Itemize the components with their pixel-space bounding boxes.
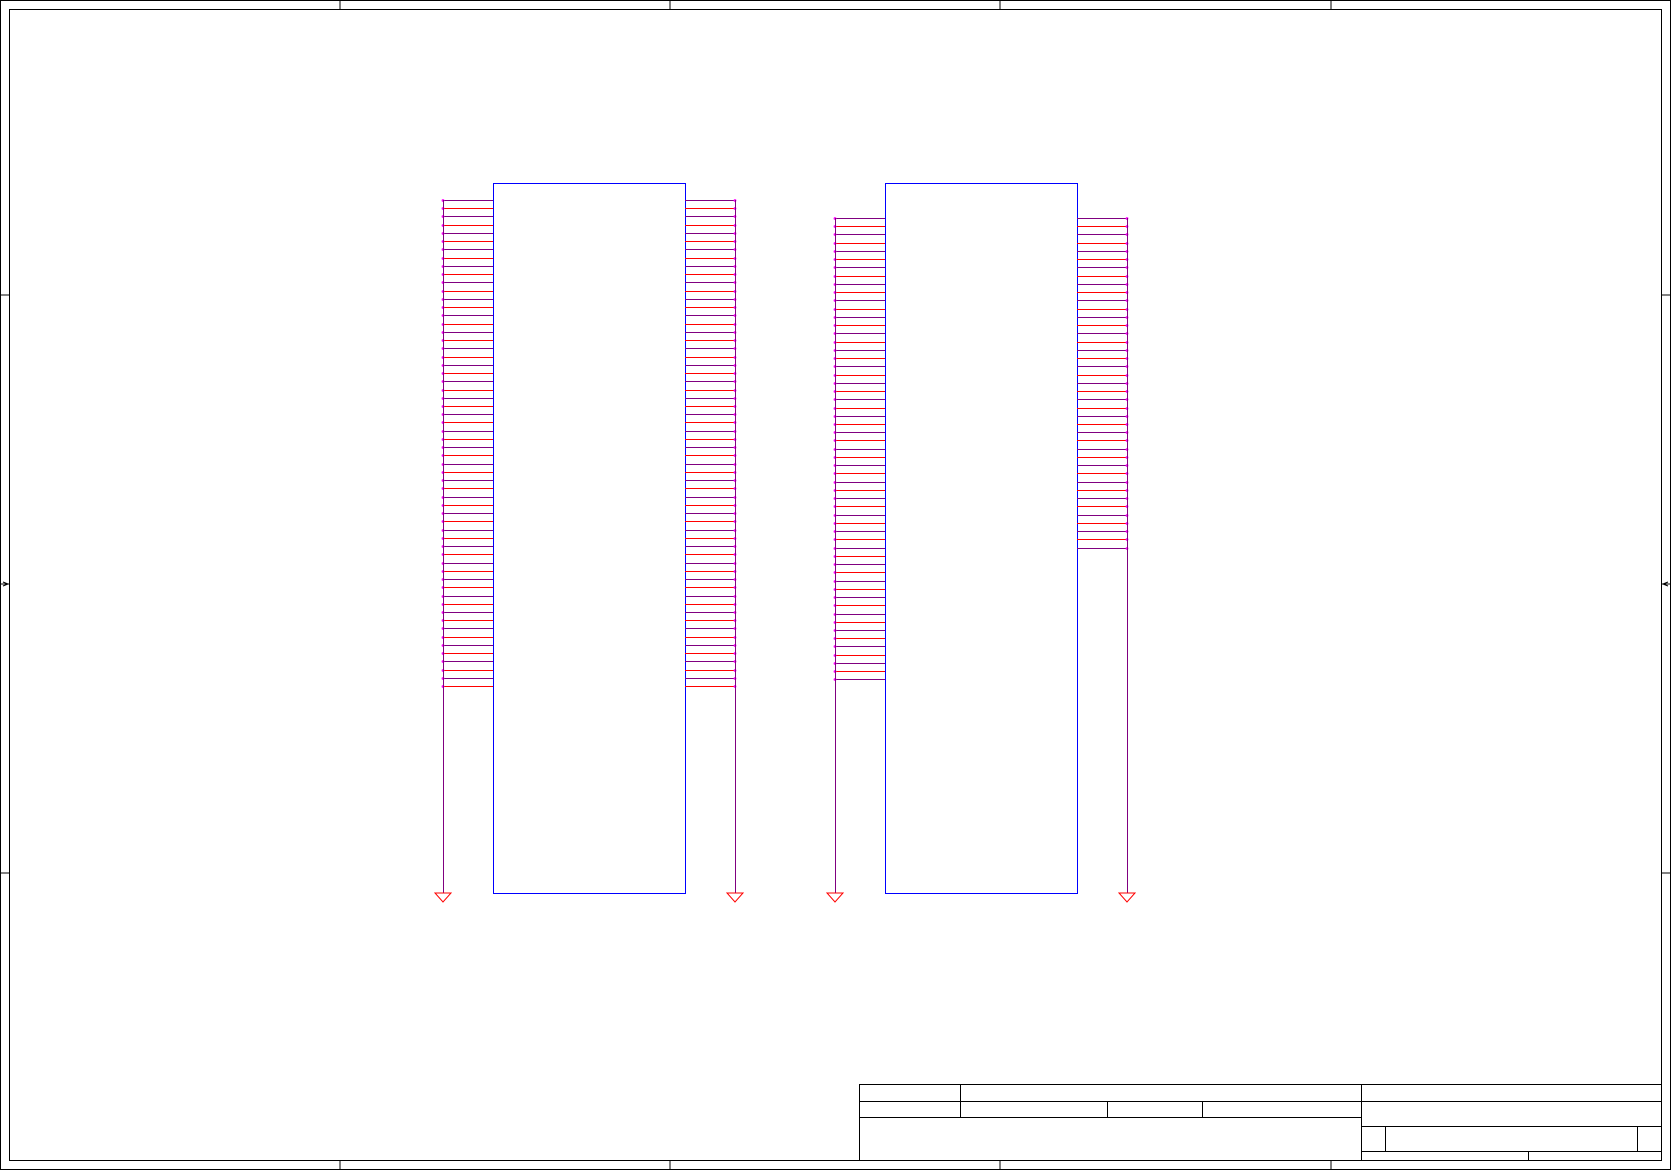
ground-symbols — [433, 892, 1137, 903]
component-1-left-pins — [441, 199, 493, 893]
component-1-body[interactable] — [493, 183, 686, 894]
component-2-right-pins — [1077, 217, 1129, 893]
ground-symbol — [725, 892, 745, 903]
component-2[interactable] — [833, 183, 1129, 894]
component-1-right-pins — [685, 199, 737, 893]
ground-symbol — [433, 892, 453, 903]
schematic-sheet — [0, 0, 1671, 1170]
component-1[interactable] — [441, 183, 737, 894]
component-2-body[interactable] — [885, 183, 1078, 894]
title-block-frame — [859, 1084, 1662, 1161]
component-2-left-pins — [833, 217, 885, 893]
ground-symbol — [825, 892, 845, 903]
title-block — [859, 1084, 1662, 1161]
schematic-canvas — [0, 0, 1671, 1170]
ground-symbol — [1117, 892, 1137, 903]
